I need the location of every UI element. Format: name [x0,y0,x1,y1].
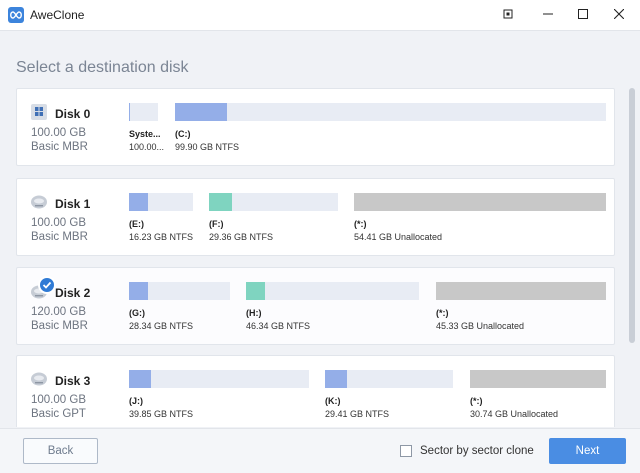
partition-info: 28.34 GB NTFS [129,321,194,331]
partition-bar [129,103,158,121]
partition-label: Syste... [129,129,161,139]
partition-3-0[interactable]: (J:) 39.85 GB NTFS [129,370,309,419]
partition-1-1[interactable]: (F:) 29.36 GB NTFS [209,193,338,242]
disk-name: Disk 1 [55,197,91,211]
hard-disk-icon [31,194,47,210]
windows-disk-icon [31,104,47,120]
partition-label: (G:) [129,308,145,318]
disk-list: Disk 0 100.00 GB Basic MBR Syste... 100.… [14,88,615,427]
scrollbar-thumb[interactable] [629,88,635,343]
partition-label: (*:) [470,396,483,406]
partition-info: 99.90 GB NTFS [175,142,240,152]
partition-bar [470,370,606,388]
partition-1-2[interactable]: (*:) 54.41 GB Unallocated [354,193,606,242]
hard-disk-icon [31,371,47,387]
partition-label: (*:) [354,219,367,229]
partition-bar [175,103,606,121]
partition-2-1[interactable]: (H:) 46.34 GB NTFS [246,282,419,331]
disk-partition-style: Basic MBR [31,231,88,243]
disk-partition-style: Basic MBR [31,320,88,332]
disk-name: Disk 2 [55,286,91,300]
restore-window-icon[interactable] [496,4,520,24]
partition-bar [129,193,193,211]
partition-usage-fill [354,193,606,211]
sector-by-sector-checkbox[interactable] [400,445,412,457]
disk-partition-style: Basic MBR [31,141,88,153]
partition-label: (E:) [129,219,144,229]
partition-info: 100.00... [129,142,165,152]
partition-label: (C:) [175,129,191,139]
partition-bar [246,282,419,300]
minimize-icon[interactable] [536,4,560,24]
partition-bar [354,193,606,211]
selected-check-icon [38,276,56,294]
sector-by-sector-label[interactable]: Sector by sector clone [420,445,534,457]
partition-usage-fill [129,103,131,121]
partition-bar [325,370,453,388]
disk-card-3[interactable]: Disk 3 100.00 GB Basic GPT (J:) 39.85 GB… [16,355,615,427]
partition-usage-fill [436,282,606,300]
partition-usage-fill [129,370,151,388]
partition-label: (*:) [436,308,449,318]
disk-list-scrollbar[interactable] [628,88,636,427]
partition-usage-fill [325,370,347,388]
partition-usage-fill [129,282,149,300]
partition-usage-fill [470,370,606,388]
partition-usage-fill [175,103,227,121]
disk-card-1[interactable]: Disk 1 100.00 GB Basic MBR (E:) 16.23 GB… [16,178,615,256]
disk-size: 120.00 GB [31,306,86,318]
partition-label: (J:) [129,396,143,406]
partition-2-0[interactable]: (G:) 28.34 GB NTFS [129,282,230,331]
disk-card-0[interactable]: Disk 0 100.00 GB Basic MBR Syste... 100.… [16,88,615,166]
partition-info: 46.34 GB NTFS [246,321,311,331]
partition-bar [209,193,338,211]
partition-label: (F:) [209,219,224,229]
disk-card-2[interactable]: Disk 2 120.00 GB Basic MBR (G:) 28.34 GB… [16,267,615,345]
partition-label: (K:) [325,396,341,406]
disk-partition-style: Basic GPT [31,408,86,420]
next-button[interactable]: Next [549,438,626,464]
disk-name: Disk 0 [55,107,91,121]
partition-bar [129,370,309,388]
partition-label: (H:) [246,308,262,318]
partition-0-0[interactable]: Syste... 100.00... [129,103,164,152]
partition-1-0[interactable]: (E:) 16.23 GB NTFS [129,193,193,242]
partition-info: 29.41 GB NTFS [325,409,390,419]
partition-bar [129,282,230,300]
disk-size: 100.00 GB [31,217,86,229]
title-bar: AweClone [0,0,640,31]
partition-info: 54.41 GB Unallocated [354,232,443,242]
partition-usage-fill [246,282,266,300]
partition-0-1[interactable]: (C:) 99.90 GB NTFS [175,103,606,152]
partition-info: 45.33 GB Unallocated [436,321,525,331]
partition-usage-fill [129,193,149,211]
partition-info: 39.85 GB NTFS [129,409,194,419]
disk-size: 100.00 GB [31,127,86,139]
maximize-icon[interactable] [571,4,595,24]
footer-bar: Back Sector by sector clone Next [0,428,640,473]
aweclone-logo-icon [8,7,24,23]
partition-info: 29.36 GB NTFS [209,232,274,242]
partition-bar [436,282,606,300]
page-title: Select a destination disk [16,59,189,76]
close-icon[interactable] [607,4,631,24]
back-button[interactable]: Back [23,438,98,464]
partition-3-1[interactable]: (K:) 29.41 GB NTFS [325,370,453,419]
partition-info: 30.74 GB Unallocated [470,409,559,419]
hard-disk-icon [31,276,56,299]
partition-info: 16.23 GB NTFS [129,232,194,242]
partition-usage-fill [209,193,233,211]
disk-size: 100.00 GB [31,394,86,406]
partition-2-2[interactable]: (*:) 45.33 GB Unallocated [436,282,606,331]
disk-name: Disk 3 [55,374,91,388]
window-title: AweClone [30,8,85,22]
partition-3-2[interactable]: (*:) 30.74 GB Unallocated [470,370,606,419]
